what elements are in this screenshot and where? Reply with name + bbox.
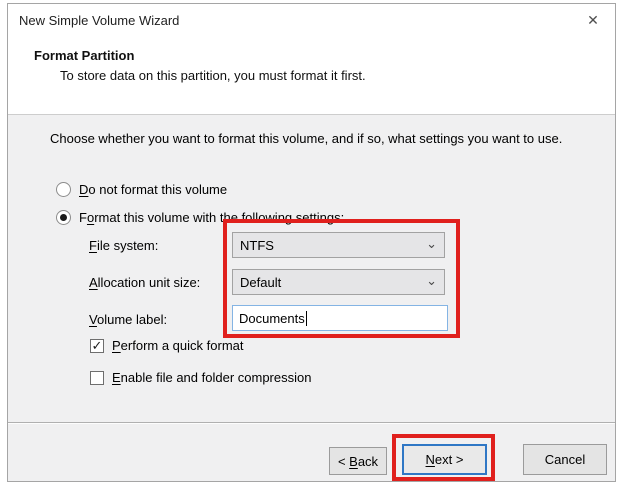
allocation-unit-size-label: Allocation unit size:: [89, 275, 201, 290]
allocation-unit-size-value: Default: [240, 274, 282, 290]
radio-label: Format this volume with the following se…: [79, 210, 345, 225]
instruction-text: Choose whether you want to format this v…: [50, 131, 563, 146]
radio-unselected-icon: [56, 182, 71, 197]
close-button[interactable]: ✕: [575, 6, 611, 34]
checkbox-compression[interactable]: Enable file and folder compression: [90, 370, 311, 385]
radio-format-this-volume[interactable]: Format this volume with the following se…: [56, 210, 344, 225]
volume-label-input[interactable]: Documents: [232, 305, 448, 331]
chevron-down-icon: ⌄: [426, 235, 437, 251]
next-button[interactable]: Next >: [402, 444, 487, 475]
radio-label: Do not format this volume: [79, 182, 228, 197]
text-cursor: [305, 310, 307, 326]
close-icon: ✕: [587, 12, 599, 28]
volume-label-value: Documents: [239, 310, 305, 326]
checkbox-unchecked-icon: [90, 370, 104, 385]
new-simple-volume-wizard-dialog: New Simple Volume Wizard ✕ Format Partit…: [7, 3, 616, 482]
radio-do-not-format[interactable]: Do not format this volume: [56, 182, 227, 197]
file-system-value: NTFS: [240, 237, 274, 253]
chevron-down-icon: ⌄: [426, 272, 437, 288]
checkbox-quick-format[interactable]: ✓ Perform a quick format: [90, 338, 244, 353]
page-title: Format Partition: [34, 48, 135, 63]
allocation-unit-size-dropdown[interactable]: Default ⌄: [232, 269, 445, 295]
back-button[interactable]: < Back: [329, 447, 387, 475]
cancel-button[interactable]: Cancel: [523, 444, 607, 475]
radio-selected-icon: [56, 210, 71, 225]
footer-button-bar: < Back Next > Cancel: [8, 424, 615, 481]
file-system-label: File system:: [89, 238, 159, 253]
checkbox-label: Perform a quick format: [112, 338, 244, 353]
volume-label-label: Volume label:: [89, 312, 168, 327]
content-area: Choose whether you want to format this v…: [8, 115, 615, 422]
file-system-dropdown[interactable]: NTFS ⌄: [232, 232, 445, 258]
checkbox-label: Enable file and folder compression: [112, 370, 312, 385]
checkbox-checked-icon: ✓: [90, 337, 104, 353]
window-title: New Simple Volume Wizard: [19, 13, 180, 28]
page-subtitle: To store data on this partition, you mus…: [60, 68, 366, 83]
